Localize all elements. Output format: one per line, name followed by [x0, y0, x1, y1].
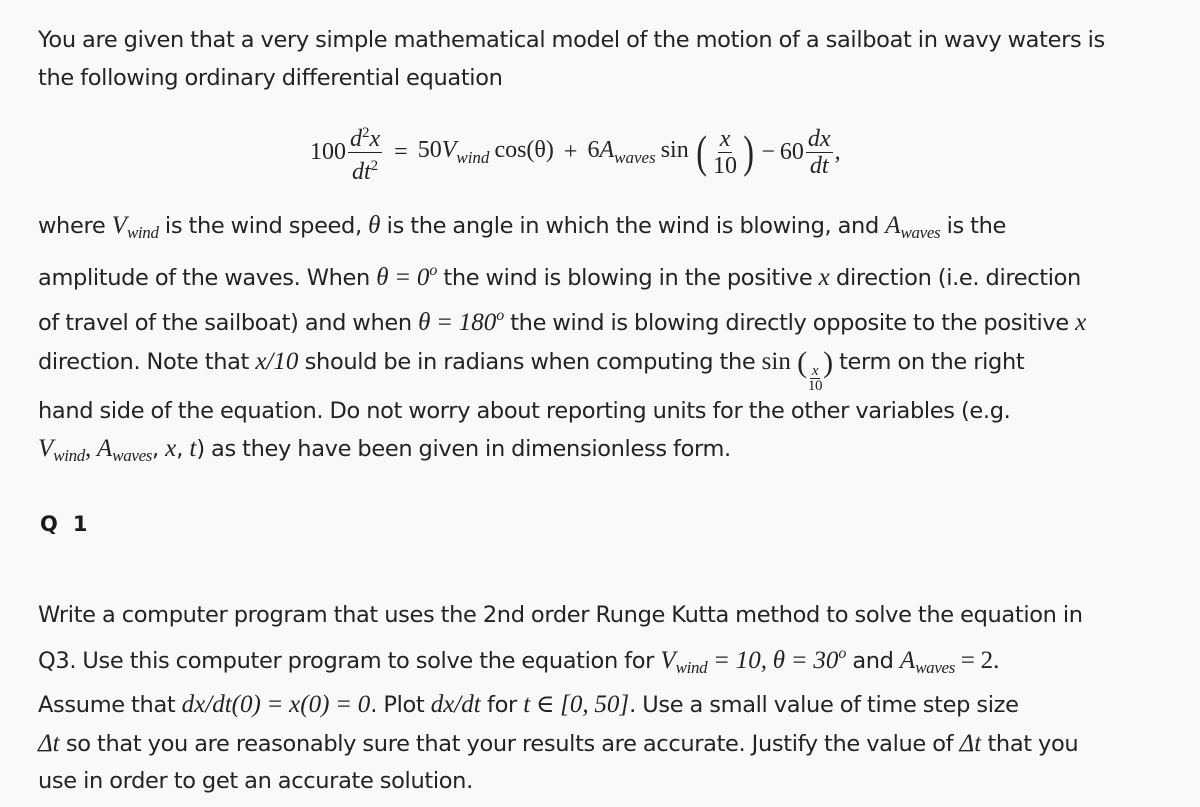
lhs-coefficient: 100 [310, 138, 346, 165]
wind-term: 50Vwind cos(θ) [417, 136, 554, 167]
x-over-10-fraction: x 10 [713, 125, 738, 179]
problem-page: You are given that a very simple mathema… [0, 0, 1200, 807]
description-paragraph: where Vwind is the wind speed, θ is the … [38, 207, 1168, 475]
damping-coefficient: 60 [779, 138, 804, 165]
task-line-4: Δt so that you are reasonably sure that … [38, 729, 1079, 757]
intro-line-2: the following ordinary differential equa… [38, 64, 503, 91]
ode-equation: 100 d2x dt2 = 50Vwind cos(θ) + 6Awaves sin… [310, 112, 841, 192]
description-line-1: where Vwind is the wind speed, θ is the … [38, 212, 1007, 242]
task-line-1: Write a computer program that uses the 2… [38, 602, 1083, 628]
task-paragraph: Write a computer program that uses the 2… [38, 597, 1168, 801]
description-line-6: Vwind, Awaves, x, t) as they have been g… [38, 435, 731, 466]
minus-sign: − [761, 138, 775, 165]
description-line-5: hand side of the equation. Do not worry … [38, 397, 1011, 424]
task-line-2: Q3. Use this computer program to solve t… [38, 644, 1000, 677]
right-paren: ) [743, 126, 755, 177]
second-derivative-fraction: d2x dt2 [348, 120, 383, 185]
left-paren: ( [696, 126, 707, 177]
intro-line-1: You are given that a very simple mathema… [38, 27, 1105, 53]
description-line-2: amplitude of the waves. When θ = 0o the … [38, 261, 1081, 291]
task-line-5: use in order to get an accurate solution… [38, 768, 473, 795]
intro-paragraph: You are given that a very simple mathema… [38, 22, 1168, 97]
first-derivative-fraction: dx dt [805, 125, 833, 179]
waves-term: 6Awaves sin [587, 136, 689, 167]
description-line-3: of travel of the sailboat) and when θ = … [38, 307, 1087, 337]
description-line-4: direction. Note that x/10 should be in r… [38, 345, 1025, 394]
task-line-3: Assume that dx/dt(0) = x(0) = 0. Plot dx… [38, 691, 1019, 719]
question-label: Q1 [40, 512, 89, 536]
plus-sign: + [563, 138, 578, 165]
equals-sign: = [394, 138, 408, 165]
